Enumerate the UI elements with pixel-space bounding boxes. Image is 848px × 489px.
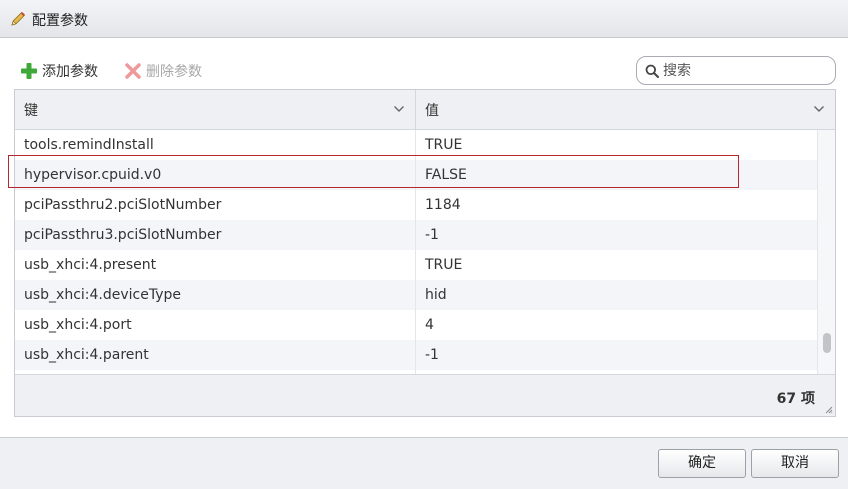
table-row[interactable]: pciPassthru3.pciSlotNumber -1 [15, 220, 817, 250]
pencil-icon [11, 11, 26, 26]
add-parameter-button[interactable]: 添加参数 [20, 60, 98, 82]
plus-icon [21, 63, 37, 79]
row-key: usb_xhci:4.port [24, 317, 132, 333]
row-value: 4 [425, 317, 434, 333]
item-count: 67 项 [776, 391, 815, 407]
title-bar: 配置参数 [0, 0, 848, 38]
row-key: usb_xhci:4.parent [24, 347, 149, 363]
table-header: 键 值 [15, 90, 835, 130]
row-value: -1 [425, 227, 439, 243]
chevron-down-icon[interactable] [813, 104, 825, 114]
row-value: TRUE [425, 257, 463, 273]
table-row[interactable]: usb_xhci:4.parent -1 [15, 340, 817, 370]
delete-x-icon [125, 63, 141, 79]
row-key: usb_xhci:4.present [24, 257, 157, 273]
column-header-key[interactable]: 键 [15, 90, 416, 129]
resize-grip-icon[interactable] [825, 406, 833, 414]
dialog-footer: 确定 取消 [0, 437, 848, 489]
row-key: hypervisor.cpuid.v0 [24, 167, 162, 183]
add-parameter-label: 添加参数 [42, 64, 98, 80]
search-input[interactable] [663, 61, 827, 81]
column-header-value[interactable]: 值 [416, 90, 835, 129]
delete-parameter-label: 删除参数 [146, 64, 202, 80]
ok-button[interactable]: 确定 [658, 449, 746, 478]
column-key-label: 键 [24, 102, 38, 119]
row-value: TRUE [425, 137, 463, 153]
table-row[interactable]: hypervisor.cpuid.v0 FALSE [15, 160, 817, 190]
scrollbar-thumb[interactable] [823, 333, 831, 353]
search-icon [645, 64, 659, 78]
row-value: hid [425, 287, 447, 303]
row-key: pciPassthru3.pciSlotNumber [24, 227, 222, 243]
row-value: FALSE [425, 167, 467, 183]
table-row[interactable]: pciPassthru2.pciSlotNumber 1184 [15, 190, 817, 220]
window-title: 配置参数 [32, 13, 88, 29]
search-box[interactable] [636, 56, 836, 85]
row-key: tools.remindInstall [24, 137, 154, 153]
table-row[interactable]: tools.remindInstall TRUE [15, 130, 817, 160]
row-key: pciPassthru2.pciSlotNumber [24, 197, 222, 213]
row-value: -1 [425, 347, 439, 363]
parameters-table: 键 值 tools.remindInstall TRUE hypervisor.… [14, 89, 836, 417]
row-value: 1184 [425, 197, 461, 213]
table-row[interactable]: usb_xhci:4.deviceType hid [15, 280, 817, 310]
chevron-down-icon[interactable] [393, 104, 405, 114]
table-row[interactable]: usb_xhci:4.port 4 [15, 310, 817, 340]
row-key: usb_xhci:4.deviceType [24, 287, 182, 303]
cancel-button[interactable]: 取消 [751, 449, 839, 478]
column-value-label: 值 [425, 102, 439, 119]
table-row[interactable]: usb_xhci:4.present TRUE [15, 250, 817, 280]
table-footer: 67 项 [15, 374, 835, 416]
delete-parameter-button[interactable]: 删除参数 [124, 60, 202, 82]
table-body: tools.remindInstall TRUE hypervisor.cpui… [15, 130, 817, 374]
vertical-scrollbar[interactable] [817, 130, 835, 374]
